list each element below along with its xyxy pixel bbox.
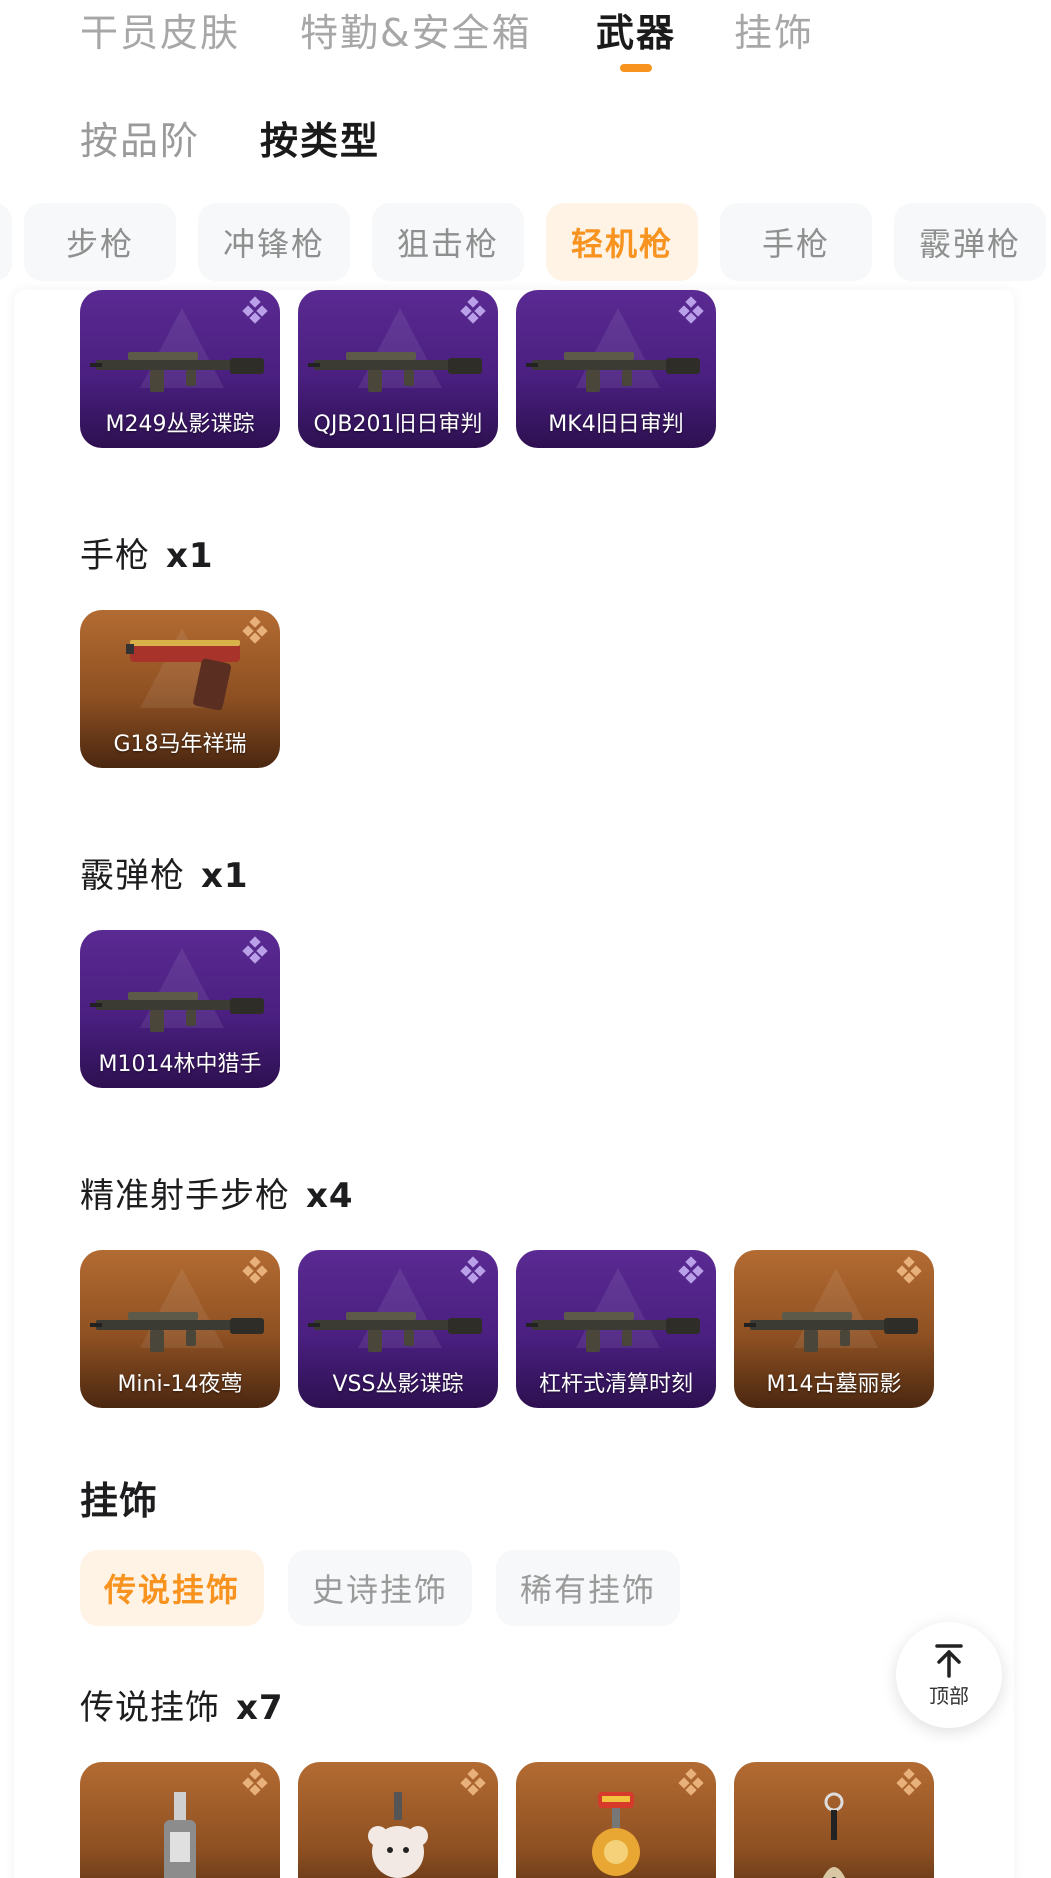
dmr-weapon-image	[526, 1298, 706, 1358]
chip-shotgun[interactable]: 霰弹枪	[894, 203, 1046, 281]
active-tab-indicator	[620, 64, 652, 72]
shotgun-item-grid: M1014林中猎手	[80, 930, 300, 1088]
section-name: 手枪	[80, 536, 150, 576]
charm-card[interactable]	[734, 1762, 934, 1878]
chip-lmg[interactable]: 轻机枪	[546, 203, 698, 281]
section-name: 霰弹枪	[80, 856, 185, 896]
dmr-weapon-image	[90, 1298, 270, 1358]
epic-rarity-icon	[458, 296, 488, 326]
charm-card[interactable]	[80, 1762, 280, 1878]
tab-operator-skins[interactable]: 干员皮肤	[80, 2, 240, 57]
weapon-skin-card[interactable]: G18马年祥瑞	[80, 610, 280, 768]
epic-rarity-icon	[240, 296, 270, 326]
epic-rarity-icon	[240, 936, 270, 966]
epic-rarity-icon	[676, 1256, 706, 1286]
legendary-rarity-icon	[676, 1768, 706, 1798]
charm-image	[592, 1792, 640, 1876]
charm-image	[164, 1792, 196, 1878]
weapon-skin-name: M1014林中猎手	[98, 1052, 262, 1077]
tab-by-rarity[interactable]: 按品阶	[80, 110, 200, 165]
shotgun-weapon-image	[90, 978, 270, 1038]
lmg-item-grid: M249丛影谍踪 QJB201旧日审判 MK4旧日审判	[80, 290, 780, 448]
legendary-rarity-icon	[240, 1256, 270, 1286]
legendary-rarity-icon	[240, 1768, 270, 1798]
section-name: 精准射手步枪	[80, 1176, 290, 1216]
section-count: x7	[236, 1688, 284, 1728]
charm-image	[368, 1792, 428, 1878]
section-count: x4	[306, 1176, 354, 1216]
tab-charms[interactable]: 挂饰	[734, 2, 814, 57]
arrow-up-to-top-icon	[935, 1643, 963, 1678]
dmr-section-title: 精准射手步枪 x4	[80, 1168, 354, 1217]
category-tabs: 干员皮肤 特勤&安全箱 武器 挂饰	[0, 0, 1051, 80]
epic-rarity-icon	[676, 296, 706, 326]
charm-rarity-chips: 传说挂饰 史诗挂饰 稀有挂饰	[80, 1550, 780, 1626]
chip-offscreen[interactable]	[0, 203, 12, 281]
chip-smg[interactable]: 冲锋枪	[198, 203, 350, 281]
weapon-skin-name: M14古墓丽影	[766, 1372, 902, 1397]
weapon-skin-name: M249丛影谍踪	[105, 412, 255, 437]
dmr-weapon-image	[308, 1298, 488, 1358]
weapon-skin-card[interactable]: M249丛影谍踪	[80, 290, 280, 448]
legendary-rarity-icon	[894, 1256, 924, 1286]
tab-weapons[interactable]: 武器	[596, 2, 676, 57]
shotgun-section-title: 霰弹枪 x1	[80, 848, 249, 897]
weapon-skin-card[interactable]: MK4旧日审判	[516, 290, 716, 448]
weapon-skin-card[interactable]: 杠杆式清算时刻	[516, 1250, 716, 1408]
chip-sniper[interactable]: 狙击枪	[372, 203, 524, 281]
legendary-charm-grid	[80, 1762, 980, 1878]
legendary-rarity-icon	[894, 1768, 924, 1798]
dmr-item-grid: Mini-14夜莺 VSS丛影谍踪 杠杆式清算时刻 M14古墓丽影	[80, 1250, 980, 1408]
back-to-top-button[interactable]: 顶部	[896, 1622, 1002, 1728]
tab-by-type[interactable]: 按类型	[260, 110, 380, 165]
weapon-skin-card[interactable]: M1014林中猎手	[80, 930, 280, 1088]
section-count: x1	[166, 536, 214, 576]
weapon-type-chips: 步枪 冲锋枪 狙击枪 轻机枪 手枪 霰弹枪	[0, 203, 1051, 281]
legendary-rarity-icon	[458, 1768, 488, 1798]
section-count: x1	[201, 856, 249, 896]
pistol-section-title: 手枪 x1	[80, 528, 214, 577]
legendary-charms-section-title: 传说挂饰 x7	[80, 1680, 284, 1729]
weapon-skin-name: VSS丛影谍踪	[332, 1372, 464, 1397]
chip-pistol[interactable]: 手枪	[720, 203, 872, 281]
dmr-weapon-image	[744, 1298, 924, 1358]
weapon-skin-card[interactable]: QJB201旧日审判	[298, 290, 498, 448]
sort-tabs: 按品阶 按类型	[0, 110, 1051, 170]
weapon-skin-card[interactable]: M14古墓丽影	[734, 1250, 934, 1408]
pistol-weapon-image	[90, 630, 270, 710]
weapon-skin-name: QJB201旧日审判	[313, 412, 483, 437]
weapon-skin-card[interactable]: Mini-14夜莺	[80, 1250, 280, 1408]
lmg-weapon-image	[308, 338, 488, 398]
chip-rare-charms[interactable]: 稀有挂饰	[496, 1550, 680, 1626]
tab-special-ops-safebox[interactable]: 特勤&安全箱	[300, 2, 532, 57]
section-name: 传说挂饰	[80, 1688, 220, 1728]
weapon-skin-name: Mini-14夜莺	[117, 1372, 243, 1397]
weapon-skin-name: 杠杆式清算时刻	[538, 1372, 693, 1397]
weapon-skin-name: G18马年祥瑞	[113, 732, 247, 757]
charm-card[interactable]	[516, 1762, 716, 1878]
lmg-weapon-image	[526, 338, 706, 398]
charm-image	[822, 1792, 846, 1878]
lmg-weapon-image	[90, 338, 270, 398]
charms-heading: 挂饰	[80, 1479, 159, 1523]
charm-card[interactable]	[298, 1762, 498, 1878]
weapon-skin-card[interactable]: VSS丛影谍踪	[298, 1250, 498, 1408]
pistol-item-grid: G18马年祥瑞	[80, 610, 300, 768]
weapon-skin-name: MK4旧日审判	[548, 412, 684, 437]
back-to-top-label: 顶部	[929, 1683, 969, 1708]
chip-rifle[interactable]: 步枪	[24, 203, 176, 281]
chip-epic-charms[interactable]: 史诗挂饰	[288, 1550, 472, 1626]
epic-rarity-icon	[458, 1256, 488, 1286]
chip-legendary-charms[interactable]: 传说挂饰	[80, 1550, 264, 1626]
